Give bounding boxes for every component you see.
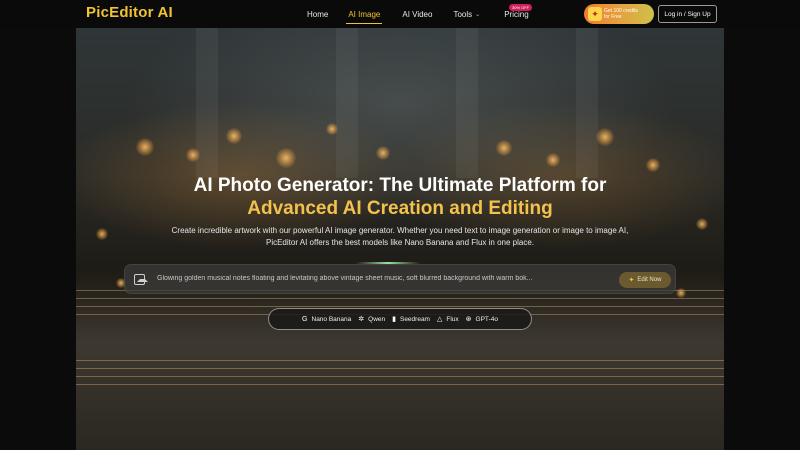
sheet-music [76,270,724,450]
free-credits-promo[interactable]: ✦ Get 100 credits for Free [584,4,654,24]
prompt-input-box[interactable]: Glowing golden musical notes floating an… [124,264,676,294]
pricing-discount-badge: 30% OFF [509,4,533,11]
seedream-icon: ▮ [392,316,396,323]
main-nav: Home AI Image AI Video Tools ⌄ Pricing [300,0,531,28]
sparkle-icon: ✦ [628,277,635,284]
login-signup-button[interactable]: Log in / Sign Up [658,5,717,23]
staff-line [76,376,724,377]
brand-logo[interactable]: PicEditor AI [86,4,173,21]
nav-ai-image[interactable]: AI Image [346,0,383,28]
model-label: Flux [446,315,459,323]
hero-title-line-2: Advanced AI Creation and Editing [247,198,553,219]
promo-line-2: for Free [604,14,622,20]
image-upload-icon[interactable] [134,274,148,285]
nav-ai-video[interactable]: AI Video [400,0,434,28]
bokeh-light [326,123,338,135]
staff-line [76,360,724,361]
promo-text: Get 100 credits for Free [604,8,638,20]
top-navbar: PicEditor AI Home AI Image AI Video Tool… [0,0,800,28]
model-label: GPT-4o [475,315,498,323]
bokeh-light [646,158,660,172]
model-seedream[interactable]: ▮ Seedream [392,315,430,324]
bokeh-light [276,148,296,168]
bokeh-light [226,128,242,144]
staff-line [76,368,724,369]
model-nano-banana[interactable]: G Nano Banana [302,316,351,323]
hero-title-line-1: AI Photo Generator: The Ultimate Platfor… [193,175,607,196]
staff-line [76,384,724,385]
bokeh-light [96,228,108,240]
model-flux[interactable]: △ Flux [436,315,459,324]
window-pane [456,28,478,178]
bokeh-light [496,140,512,156]
gift-icon: ✦ [588,7,602,21]
bokeh-light [376,146,390,160]
nav-home[interactable]: Home [305,0,330,28]
google-icon: G [302,315,308,323]
bokeh-light [186,148,200,162]
bokeh-light [136,138,154,156]
chevron-down-icon: ⌄ [475,11,481,18]
model-label: Seedream [399,315,430,323]
nav-ai-image-label: AI Image [348,9,381,19]
model-qwen[interactable]: ✲ Qwen [358,315,386,324]
staff-line [76,306,724,307]
bokeh-light [596,128,614,146]
prompt-input[interactable]: Glowing golden musical notes floating an… [157,275,607,282]
openai-icon: ⊛ [465,316,472,323]
staff-line [76,298,724,299]
flux-icon: △ [436,316,443,323]
qwen-icon: ✲ [358,316,365,323]
window-pane [336,28,358,178]
nav-ai-video-label: AI Video [402,9,433,19]
nav-home-label: Home [307,9,329,19]
model-selector: G Nano Banana ✲ Qwen ▮ Seedream △ Flux ⊛… [268,308,532,330]
hero-subtitle-line-2: PicEditor AI offers the best models like… [265,238,534,247]
window-pane [576,28,598,178]
nav-tools[interactable]: Tools ⌄ [451,0,482,28]
edit-now-label: Edit Now [637,277,662,283]
edit-now-button[interactable]: ✦ Edit Now [619,272,671,288]
nav-tools-label: Tools [453,9,473,19]
model-gpt-4o[interactable]: ⊛ GPT-4o [465,315,498,324]
bokeh-light [546,153,560,167]
hero-subtitle-line-1: Create incredible artwork with our power… [171,226,629,235]
model-label: Qwen [368,315,386,323]
model-label: Nano Banana [311,315,352,323]
